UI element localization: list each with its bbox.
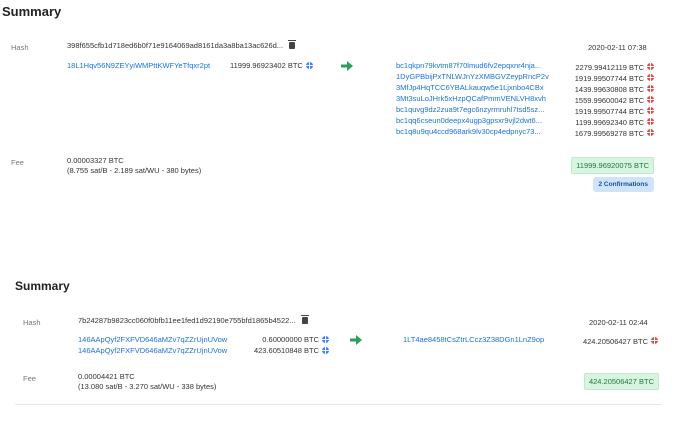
total-amount-badge: 424.20506427 BTC (583, 373, 659, 390)
fee-label-1: Fee (11, 158, 24, 167)
hash-label-1: Hash (11, 43, 29, 52)
fee-amount: 0.00004421 BTC (78, 372, 135, 381)
input-address[interactable]: 146AApQyf2FXFVD646aMZv7qZZrUjnUVow (78, 346, 241, 355)
globe-icon[interactable] (647, 84, 654, 92)
fee-rate: (13.080 sat/B - 3.270 sat/WU - 338 bytes… (78, 382, 217, 391)
output-address[interactable]: 3MfJp4HqTCC6YBALkauqw5e1Ljxnbo4CBx (396, 83, 544, 92)
output-amount: 424.20506427 BTC (582, 336, 648, 346)
input-address[interactable]: 18L1Hqv56N9ZEYyiWMPttKWFYeTfqxr2pt (67, 61, 230, 70)
output-address[interactable]: bc1quvg9dz2zua9t7egc6nzyrmruhl7tsd5sz... (396, 105, 544, 114)
globe-icon[interactable] (647, 128, 654, 136)
globe-icon[interactable] (647, 117, 654, 125)
input-address[interactable]: 146AApQyf2FXFVD646aMZv7qZZrUjnUVow (78, 335, 241, 344)
input-amount: 11999.96923402 BTC (230, 61, 303, 70)
tx-hash-2[interactable]: 7b24287b9823cc060f0bfb11ee1fed1d92190e75… (78, 316, 296, 325)
globe-icon[interactable] (322, 347, 329, 354)
input-amount: 423.60510848 BTC (253, 346, 319, 355)
outputs-list-2: 1LT4ae8458tCsZtrLCcz3Z38DGn1LnZ9op 424.2… (403, 334, 658, 346)
copy-icon[interactable] (300, 315, 309, 324)
output-row: 1LT4ae8458tCsZtrLCcz3Z38DGn1LnZ9op 424.2… (403, 334, 658, 346)
summary-title-1: Summary (2, 4, 62, 19)
hash-row-1: 398f655cfb1d718ed6b0f71e9164069ad8161da3… (67, 40, 297, 50)
tx-hash-1[interactable]: 398f655cfb1d718ed6b0f71e9164069ad8161da3… (67, 41, 283, 50)
fee-block-1: 0.00003327 BTC (8.755 sat/B - 2.189 sat/… (67, 156, 201, 176)
input-amount: 0.60000000 BTC (262, 335, 319, 344)
fee-rate: (8.755 sat/B - 2.189 sat/WU - 380 bytes) (67, 166, 202, 175)
globe-icon[interactable] (647, 73, 654, 81)
copy-icon[interactable] (288, 40, 297, 49)
fee-amount: 0.00003327 BTC (67, 156, 124, 165)
confirmations-badge[interactable]: 2 Confirmations (592, 177, 654, 192)
globe-icon[interactable] (305, 62, 313, 69)
summary-title-2: Summary (15, 279, 70, 293)
globe-icon[interactable] (647, 95, 654, 103)
fee-label-2: Fee (23, 374, 36, 383)
output-row: bc1q8u9qu4ccd968ark9lv30cp4edpnyc73... 1… (396, 126, 654, 138)
tx-date-1: 2020-02-11 07:38 (588, 43, 647, 52)
total-amount-badge: 11999.96920075 BTC (571, 157, 654, 174)
arrow-right-icon (341, 61, 353, 71)
output-address[interactable]: bc1qq6cseun0deepx4ugp3gpsxr9vjl2dwt6... (396, 116, 542, 125)
arrow-right-icon (350, 335, 362, 345)
input-row: 146AApQyf2FXFVD646aMZv7qZZrUjnUVow 0.600… (78, 334, 329, 345)
input-row: 146AApQyf2FXFVD646aMZv7qZZrUjnUVow 423.6… (78, 345, 329, 356)
globe-icon[interactable] (647, 106, 654, 114)
output-address[interactable]: 1DyGPBbijPxTNLWJnYzXMBGVZeypRncP2v (396, 72, 549, 81)
output-address[interactable]: bc1q8u9qu4ccd968ark9lv30cp4edpnyc73... (396, 127, 541, 136)
globe-icon[interactable] (322, 336, 329, 343)
output-amount: 1679.99569278 BTC (574, 128, 644, 138)
tx-date-2: 2020-02-11 02:44 (589, 318, 648, 327)
hash-row-2: 7b24287b9823cc060f0bfb11ee1fed1d92190e75… (78, 315, 309, 325)
globe-icon[interactable] (651, 336, 658, 344)
output-address[interactable]: 1LT4ae8458tCsZtrLCcz3Z38DGn1LnZ9op (403, 335, 544, 344)
output-address[interactable]: bc1qkpn79kvtm87f70lmud6fv2epqxnr4nja... (396, 61, 541, 70)
inputs-list-2: 146AApQyf2FXFVD646aMZv7qZZrUjnUVow 0.600… (78, 334, 329, 356)
inputs-list-1: 18L1Hqv56N9ZEYyiWMPttKWFYeTfqxr2pt 11999… (67, 60, 313, 71)
hash-label-2: Hash (23, 318, 41, 327)
output-address[interactable]: 3Mt3suLoJHrk5xHzpQCafPmmVENLVH8xvh (396, 94, 546, 103)
outputs-list-1: bc1qkpn79kvtm87f70lmud6fv2epqxnr4nja... … (396, 60, 654, 138)
divider (15, 404, 662, 405)
fee-block-2: 0.00004421 BTC (13.080 sat/B - 3.270 sat… (78, 372, 216, 392)
input-row: 18L1Hqv56N9ZEYyiWMPttKWFYeTfqxr2pt 11999… (67, 60, 313, 71)
globe-icon[interactable] (647, 62, 654, 70)
